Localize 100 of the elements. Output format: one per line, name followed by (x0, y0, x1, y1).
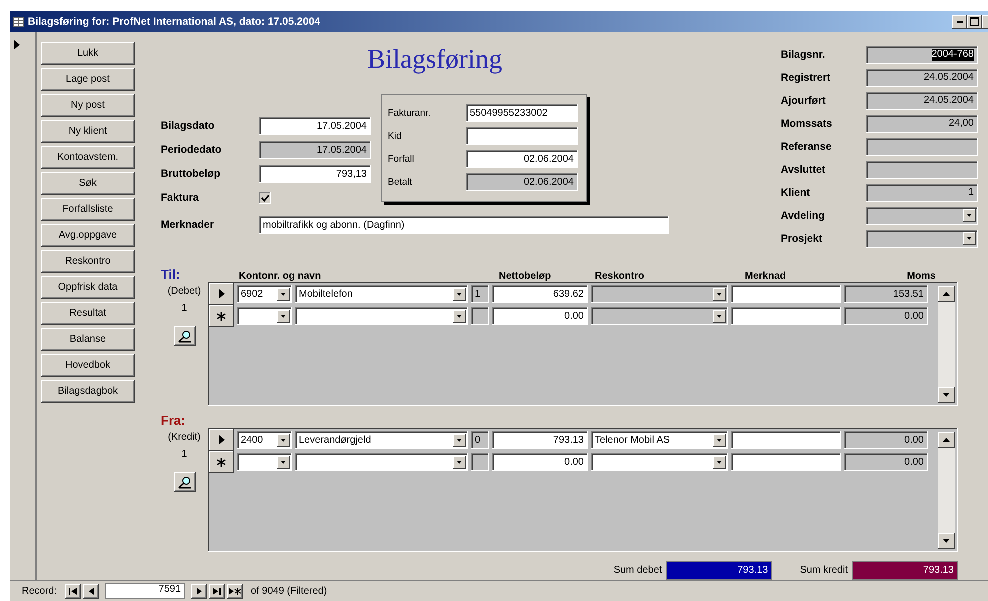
dropdown-field[interactable] (237, 453, 292, 471)
text-field[interactable]: 0.00 (492, 307, 588, 325)
text-field[interactable]: 1 (866, 184, 978, 202)
text-field[interactable]: 17.05.2004 (259, 117, 371, 135)
nav-button[interactable]: Ny post (41, 94, 135, 117)
previous-record-button[interactable] (83, 584, 100, 598)
field-label: Prosjekt (781, 232, 824, 244)
section-heading: Til: (161, 267, 182, 282)
field-label: Registrert (781, 72, 832, 84)
zoom-button[interactable] (174, 472, 196, 492)
nav-button[interactable]: Balanse (41, 328, 135, 351)
dropdown-field[interactable]: 2400 (237, 431, 292, 449)
scrollbar[interactable] (938, 432, 955, 549)
nav-button[interactable]: Hovedbok (41, 354, 135, 377)
text-field[interactable]: 0.00 (492, 453, 588, 471)
row-count: 1 (182, 303, 188, 314)
new-row-icon (217, 312, 226, 320)
nav-button[interactable]: Ny klient (41, 120, 135, 143)
row-selector[interactable] (209, 283, 234, 305)
caret-icon (967, 237, 972, 240)
field-label: Merknader (161, 219, 216, 231)
caret-icon (717, 438, 722, 442)
table-cell: 153.51 (844, 285, 928, 303)
dropdown-field[interactable] (591, 453, 728, 471)
dropdown-field[interactable]: 6902 (237, 285, 292, 303)
text-field[interactable]: 793.13 (492, 431, 588, 449)
dropdown-field[interactable] (866, 230, 978, 248)
current-row-icon (218, 289, 224, 299)
nav-button[interactable]: Bilagsdagbok (41, 380, 135, 403)
next-record-button[interactable] (191, 584, 208, 598)
dropdown-field[interactable]: Mobiltelefon (295, 285, 468, 303)
dropdown-field[interactable] (591, 285, 728, 303)
text-field[interactable] (866, 138, 978, 156)
first-record-button[interactable] (65, 584, 82, 598)
column-header: Nettobeløp (499, 271, 552, 282)
field-label: Kid (388, 130, 403, 142)
caret-icon (281, 460, 286, 464)
text-field[interactable]: 24,00 (866, 114, 978, 132)
row-count: 1 (182, 449, 188, 460)
row-selector[interactable] (209, 429, 234, 451)
text-field[interactable]: 24.05.2004 (866, 92, 978, 110)
caret-icon (717, 460, 722, 464)
text-field[interactable]: 02.06.2004 (466, 173, 578, 191)
field-label: Avsluttet (781, 164, 827, 176)
last-record-button[interactable] (209, 584, 226, 598)
dropdown-field[interactable] (591, 307, 728, 325)
scroll-down-icon (943, 539, 950, 543)
dropdown-field[interactable]: Telenor Mobil AS (591, 431, 728, 449)
nav-button[interactable]: Resultat (41, 302, 135, 325)
caret-icon (457, 292, 462, 296)
text-field[interactable]: 55049955233002 (466, 104, 578, 122)
window-title: Bilagsføring for: ProfNet International AS, dato: 17.05.2004 (28, 16, 320, 28)
dropdown-field[interactable]: Leverandørgjeld (295, 431, 468, 449)
text-field[interactable]: 17.05.2004 (259, 141, 371, 159)
nav-button[interactable]: Lukk (41, 42, 135, 65)
text-field[interactable]: mobiltrafikk og abonn. (Dagfinn) (259, 216, 669, 234)
checkbox[interactable] (259, 192, 271, 204)
new-record-button[interactable] (227, 584, 244, 598)
caret-icon (457, 460, 462, 464)
row-selector[interactable] (209, 305, 234, 327)
table-cell (471, 453, 489, 471)
nav-button[interactable]: Lage post (41, 68, 135, 91)
last-icon (213, 588, 222, 594)
scrollbar[interactable] (938, 286, 955, 403)
dropdown-field[interactable] (237, 307, 292, 325)
magnifier-icon (178, 476, 192, 488)
side-label: (Debet) (168, 286, 202, 297)
nav-button[interactable]: Kontoavstem. (41, 146, 135, 169)
row-selector[interactable] (209, 451, 234, 473)
text-field[interactable] (731, 307, 841, 325)
text-field[interactable]: 2004-768 (866, 46, 978, 64)
current-row-icon (218, 435, 224, 445)
text-field[interactable] (731, 453, 841, 471)
column-header: Merknad (745, 271, 788, 282)
text-field[interactable]: 02.06.2004 (466, 150, 578, 168)
nav-button[interactable]: Søk (41, 172, 135, 195)
dropdown-field[interactable] (295, 307, 468, 325)
dropdown-field[interactable] (295, 453, 468, 471)
record-number-field[interactable]: 7591 (105, 583, 186, 599)
text-field[interactable] (731, 431, 841, 449)
nav-button[interactable]: Forfallsliste (41, 198, 135, 221)
text-field[interactable]: 639.62 (492, 285, 588, 303)
nav-button[interactable]: Oppfrisk data (41, 276, 135, 299)
table-cell: 0 (471, 431, 489, 449)
text-field[interactable]: 793,13 (259, 165, 371, 183)
maximize-button[interactable] (967, 14, 982, 28)
text-field[interactable] (466, 127, 578, 145)
text-field[interactable]: 24.05.2004 (866, 68, 978, 86)
minimize-button[interactable] (952, 14, 967, 28)
text-field[interactable] (866, 160, 978, 178)
scroll-up-icon (943, 292, 950, 296)
table-cell: 0.00 (844, 453, 928, 471)
scroll-up-icon (943, 438, 950, 442)
dropdown-field[interactable] (866, 206, 978, 224)
zoom-button[interactable] (174, 326, 196, 346)
nav-button[interactable]: Avg.oppgave (41, 224, 135, 247)
text-field[interactable] (731, 285, 841, 303)
nav-button[interactable]: Reskontro (41, 250, 135, 273)
close-button[interactable] (982, 14, 988, 28)
form-title: Bilagsføring (366, 43, 504, 76)
